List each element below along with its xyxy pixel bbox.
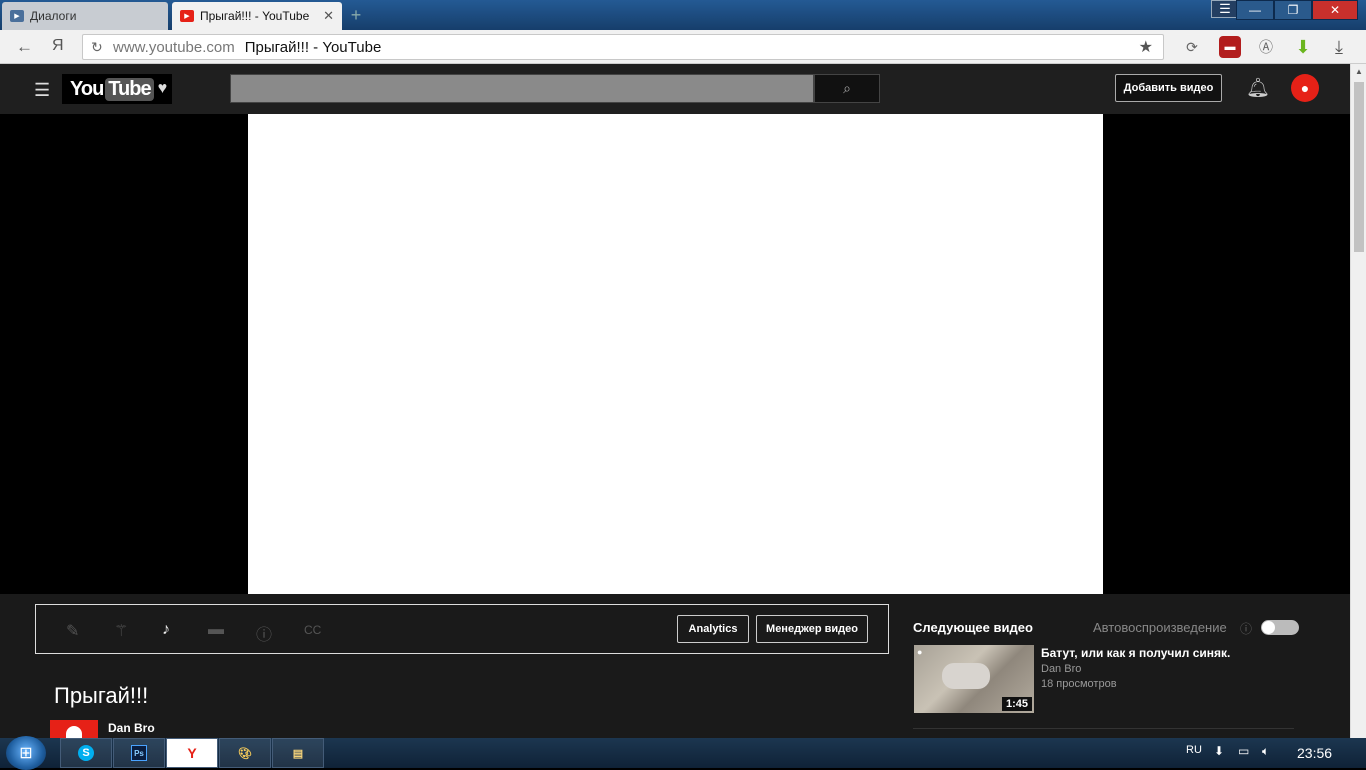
photoshop-icon[interactable]: Ps bbox=[113, 738, 165, 768]
scroll-up-icon[interactable]: ▲ bbox=[1355, 67, 1363, 76]
download-helper-icon[interactable]: ⬇ bbox=[1292, 36, 1314, 58]
next-video-title[interactable]: Батут, или как я получил синяк. bbox=[1041, 646, 1301, 660]
youtube-favicon-icon: ▶ bbox=[180, 10, 194, 22]
next-video-channel: Dan Bro bbox=[1041, 663, 1082, 675]
autoplay-info-icon[interactable]: ⓘ bbox=[1240, 620, 1252, 637]
language-indicator[interactable]: RU bbox=[1186, 744, 1202, 756]
restore-button[interactable]: ❐ bbox=[1274, 0, 1312, 20]
search-icon: ⌕ bbox=[843, 80, 851, 96]
upload-video-button[interactable]: Добавить видео bbox=[1115, 74, 1222, 102]
address-title: Прыгай!!! - YouTube bbox=[244, 38, 382, 56]
explorer-icon[interactable]: ▤ bbox=[272, 738, 324, 768]
browser-tab-bar: ▶ Диалоги ▶ Прыгай!!! - YouTube ✕ + ☰ — … bbox=[0, 0, 1366, 30]
tab-label: Диалоги bbox=[30, 9, 77, 23]
search-button[interactable]: ⌕ bbox=[814, 74, 880, 103]
windows-taskbar: ⊞ S Ps Y 🎨︎ ▤ RU ⬇ ▭ 🔈︎ 23:56 bbox=[0, 736, 1366, 770]
window-controls: — ❐ ✕ bbox=[1236, 0, 1358, 20]
tab-label: Прыгай!!! - YouTube bbox=[200, 9, 310, 23]
vk-icon: ▶ bbox=[10, 10, 24, 22]
divider bbox=[913, 728, 1294, 729]
logo-you: You bbox=[70, 77, 104, 100]
paint-icon[interactable]: 🎨︎ bbox=[219, 738, 271, 768]
video-manager-button[interactable]: Менеджер видео bbox=[756, 615, 868, 643]
download-tray-icon[interactable]: ⬇ bbox=[1214, 744, 1224, 758]
youtube-header: ☰ You Tube ♥ ⌕ Добавить видео 🔔︎ ● bbox=[0, 64, 1350, 114]
minimize-button[interactable]: — bbox=[1236, 0, 1274, 20]
search-input[interactable] bbox=[230, 74, 814, 103]
annotations-icon[interactable]: ▬ bbox=[208, 621, 224, 639]
analytics-button[interactable]: Analytics bbox=[677, 615, 749, 643]
youtube-logo[interactable]: You Tube ♥ bbox=[62, 74, 172, 104]
tab-dialogs[interactable]: ▶ Диалоги bbox=[2, 2, 168, 30]
watch-below-section: ✎ ⚚ ♪ ▬ ⓘ CC Analytics Менеджер видео Пр… bbox=[0, 594, 1350, 740]
yandex-browser-icon[interactable]: Y bbox=[166, 738, 218, 768]
address-host: www.youtube.com bbox=[113, 38, 235, 56]
channel-name[interactable]: Dan Bro bbox=[108, 721, 155, 735]
up-next-heading: Следующее видео bbox=[913, 620, 1033, 635]
sync-icon[interactable]: ⟳ bbox=[1181, 36, 1203, 58]
network-icon[interactable]: ▭ bbox=[1238, 744, 1249, 758]
yandex-icon[interactable]: Я bbox=[52, 37, 64, 55]
creator-toolbar: ✎ ⚚ ♪ ▬ ⓘ CC Analytics Менеджер видео bbox=[35, 604, 889, 654]
channel-avatar[interactable] bbox=[50, 720, 98, 740]
heart-icon: ♥ bbox=[157, 80, 167, 97]
autoplay-label: Автовоспроизведение bbox=[1093, 620, 1227, 635]
reload-icon[interactable]: ↻ bbox=[91, 39, 103, 56]
volume-icon[interactable]: 🔈︎ bbox=[1262, 744, 1269, 759]
edit-pencil-icon[interactable]: ✎ bbox=[66, 621, 79, 641]
video-player[interactable] bbox=[248, 114, 1103, 594]
skype-icon[interactable]: S bbox=[60, 738, 112, 768]
scrollbar-thumb[interactable] bbox=[1354, 82, 1364, 252]
logo-tube: Tube bbox=[105, 77, 154, 101]
new-tab-icon[interactable]: + bbox=[346, 6, 366, 26]
address-bar[interactable]: ↻ www.youtube.com Прыгай!!! - YouTube ★ bbox=[82, 34, 1164, 60]
info-icon[interactable]: ⓘ bbox=[256, 621, 272, 645]
next-video-thumbnail[interactable]: ● 1:45 bbox=[914, 645, 1034, 713]
account-avatar[interactable]: ● bbox=[1291, 74, 1319, 102]
start-button[interactable]: ⊞ bbox=[6, 736, 46, 770]
page-scrollbar[interactable]: ▲ bbox=[1350, 64, 1366, 738]
back-arrow-icon[interactable]: ← bbox=[16, 37, 33, 57]
close-window-button[interactable]: ✕ bbox=[1312, 0, 1358, 20]
notifications-bell-icon[interactable]: 🔔︎ bbox=[1246, 76, 1270, 100]
tab-close-icon[interactable]: ✕ bbox=[323, 8, 334, 24]
extension-red-icon[interactable]: ▬ bbox=[1219, 36, 1241, 58]
browser-menu-button[interactable]: ☰ bbox=[1211, 0, 1239, 18]
video-player-area bbox=[0, 114, 1350, 594]
pin-icon: ● bbox=[917, 647, 923, 657]
tab-youtube-active[interactable]: ▶ Прыгай!!! - YouTube ✕ bbox=[172, 2, 342, 30]
audio-note-icon[interactable]: ♪ bbox=[162, 621, 170, 639]
video-title: Прыгай!!! bbox=[54, 683, 149, 708]
video-duration: 1:45 bbox=[1001, 697, 1032, 711]
extension-a-icon[interactable]: Ⓐ bbox=[1255, 36, 1277, 58]
clock[interactable]: 23:56 bbox=[1297, 745, 1332, 761]
bookmark-star-icon[interactable]: ★ bbox=[1139, 37, 1153, 57]
enhancements-wand-icon[interactable]: ⚚ bbox=[114, 621, 128, 641]
hamburger-menu-icon[interactable]: ☰ bbox=[34, 80, 50, 101]
next-video-views: 18 просмотров bbox=[1041, 678, 1117, 690]
downloads-icon[interactable]: ⤓ bbox=[1328, 36, 1350, 58]
browser-nav-bar: ← Я ↻ www.youtube.com Прыгай!!! - YouTub… bbox=[0, 30, 1366, 64]
subtitles-cc-icon[interactable]: CC bbox=[304, 623, 321, 637]
autoplay-toggle[interactable] bbox=[1261, 620, 1299, 635]
